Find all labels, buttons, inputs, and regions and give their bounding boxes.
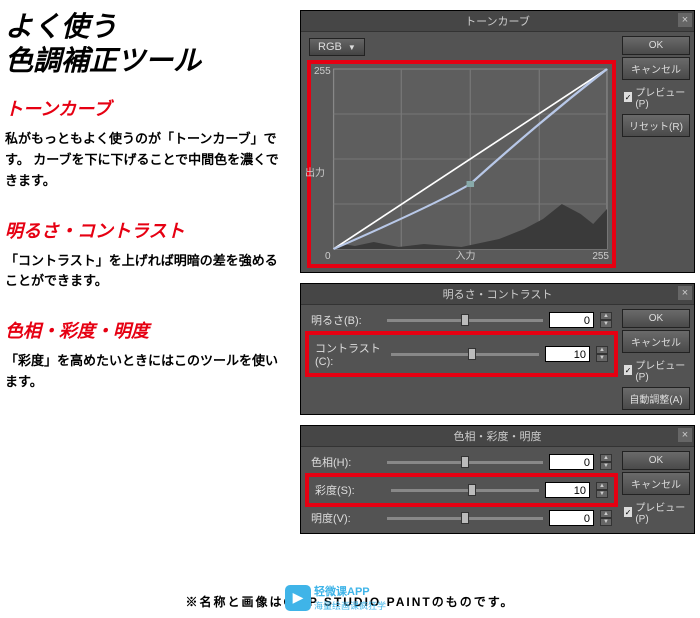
curve-graph[interactable]: 255 出力 0 入力 255	[307, 60, 616, 268]
auto-button[interactable]: 自動調整(A)	[622, 387, 690, 410]
saturation-label: 彩度(S):	[315, 482, 385, 498]
tone-curve-panel: トーンカーブ × RGB ▼ 255 出力 0 入力 255	[300, 10, 695, 273]
close-icon[interactable]: ×	[678, 13, 692, 27]
section-2-title: 明るさ・コントラスト	[5, 217, 290, 243]
value-stepper[interactable]: ▲▼	[600, 510, 612, 526]
saturation-highlight: 彩度(S): 10 ▲▼	[305, 473, 618, 507]
chevron-down-icon: ▼	[348, 43, 356, 52]
section-3-title: 色相・彩度・明度	[5, 317, 290, 343]
watermark-sub: 海量绘画课疯狂学	[314, 599, 386, 612]
contrast-value[interactable]: 10	[545, 346, 590, 362]
brightness-label: 明るさ(B):	[311, 312, 381, 328]
watermark-icon: ▶	[285, 585, 311, 611]
watermark-name: 轻微课APP	[314, 583, 386, 599]
section-1-body: 私がもっともよく使うのが「トーンカーブ」です。 カーブを下に下げることで中間色を…	[5, 129, 290, 191]
channel-dropdown[interactable]: RGB ▼	[309, 38, 365, 56]
saturation-value[interactable]: 10	[545, 482, 590, 498]
cancel-button[interactable]: キャンセル	[622, 330, 690, 353]
x-max-label: 255	[592, 251, 609, 262]
cancel-button[interactable]: キャンセル	[622, 57, 690, 80]
x-axis-label: 入力	[455, 247, 475, 262]
contrast-stepper[interactable]: ▲▼	[596, 346, 608, 362]
brightness-contrast-panel: 明るさ・コントラスト × 明るさ(B): 0 ▲▼ コントラスト(C): 10 …	[300, 283, 695, 415]
preview-checkbox[interactable]: ✓プレビュー(P)	[622, 82, 690, 112]
reset-button[interactable]: リセット(R)	[622, 114, 690, 137]
contrast-highlight: コントラスト(C): 10 ▲▼	[305, 331, 618, 377]
page-title: よく使う色調補正ツール	[5, 10, 290, 77]
brightness-stepper[interactable]: ▲▼	[600, 312, 612, 328]
origin-label: 0	[325, 251, 331, 262]
hue-stepper[interactable]: ▲▼	[600, 454, 612, 470]
value-slider[interactable]	[387, 517, 543, 520]
section-2-body: 「コントラスト」を上げれば明暗の差を強めることができます。	[5, 251, 290, 293]
channel-value: RGB	[318, 41, 342, 53]
preview-checkbox[interactable]: ✓プレビュー(P)	[622, 355, 690, 385]
preview-checkbox[interactable]: ✓プレビュー(P)	[622, 497, 690, 527]
ok-button[interactable]: OK	[622, 451, 690, 470]
brightness-slider[interactable]	[387, 319, 543, 322]
close-icon[interactable]: ×	[678, 286, 692, 300]
cancel-button[interactable]: キャンセル	[622, 472, 690, 495]
close-icon[interactable]: ×	[678, 428, 692, 442]
ok-button[interactable]: OK	[622, 309, 690, 328]
panel-title: トーンカーブ	[301, 11, 694, 32]
section-1-title: トーンカーブ	[5, 95, 290, 121]
value-label: 明度(V):	[311, 510, 381, 526]
saturation-slider[interactable]	[391, 489, 539, 492]
hue-slider[interactable]	[387, 461, 543, 464]
value-value[interactable]: 0	[549, 510, 594, 526]
hsv-panel: 色相・彩度・明度 × 色相(H): 0 ▲▼ 彩度(S): 10 ▲▼ 明度(V…	[300, 425, 695, 534]
hue-label: 色相(H):	[311, 454, 381, 470]
ok-button[interactable]: OK	[622, 36, 690, 55]
panel-title: 色相・彩度・明度	[301, 426, 694, 447]
contrast-label: コントラスト(C):	[315, 340, 385, 368]
contrast-slider[interactable]	[391, 353, 539, 356]
panel-title: 明るさ・コントラスト	[301, 284, 694, 305]
section-3-body: 「彩度」を高めたいときにはこのツールを使います。	[5, 351, 290, 393]
hue-value[interactable]: 0	[549, 454, 594, 470]
watermark: ▶ 轻微课APP 海量绘画课疯狂学	[285, 583, 386, 612]
saturation-stepper[interactable]: ▲▼	[596, 482, 608, 498]
brightness-value[interactable]: 0	[549, 312, 594, 328]
